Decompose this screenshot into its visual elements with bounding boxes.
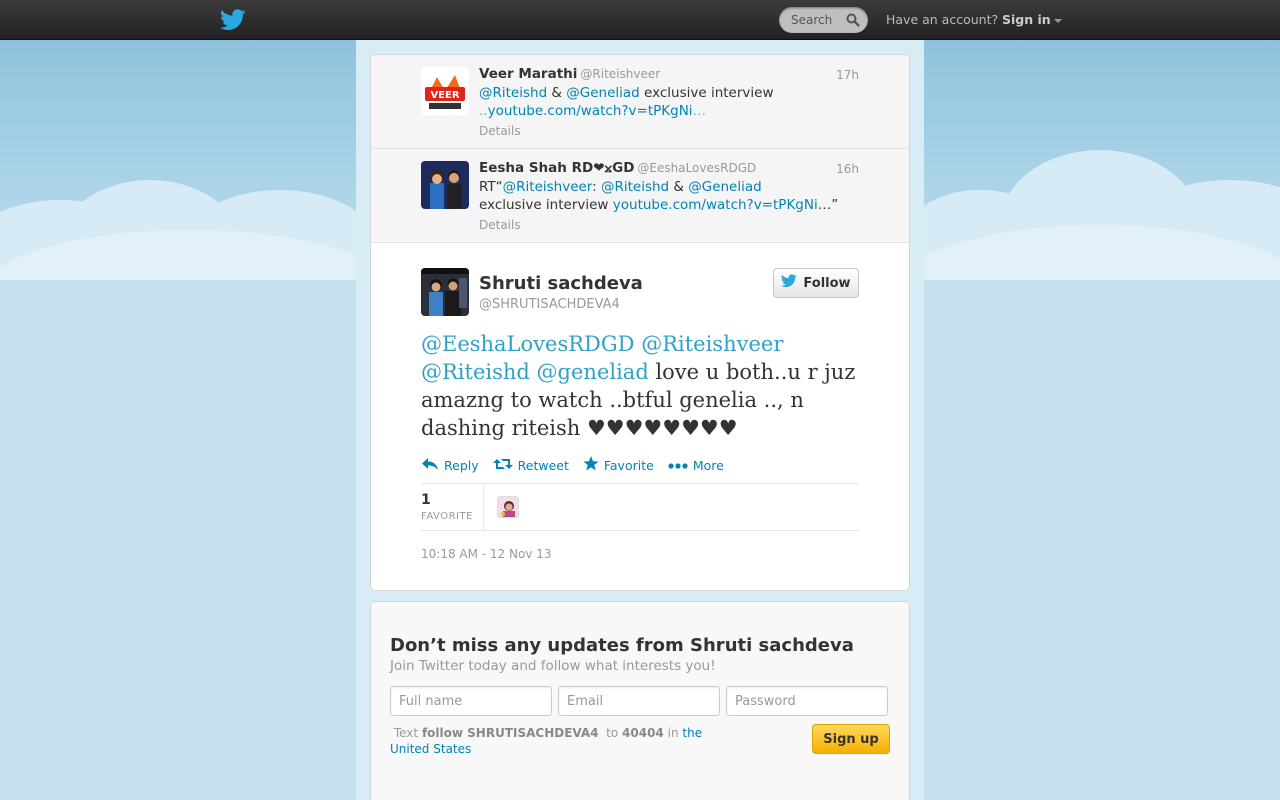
tweet-stats: 1 FAVORITE — [421, 483, 859, 531]
divider — [483, 484, 484, 530]
top-bar: Have an account? Sign in — [0, 0, 1280, 40]
have-account-text: Have an account? — [886, 12, 999, 27]
avatar-logo-text: VEER — [430, 90, 459, 101]
context-tweet[interactable]: VEER Veer Marathi @Riteishveer 17h @Ritei… — [371, 55, 909, 149]
sms-command: follow SHRUTISACHDEVA4 — [421, 726, 599, 740]
signup-card: Don’t miss any updates from Shruti sachd… — [370, 601, 910, 800]
signup-button[interactable]: Sign up — [812, 724, 890, 754]
mention-link[interactable]: @Geneliad — [688, 179, 761, 195]
text-fragment: & — [669, 179, 689, 195]
twitter-bird-icon[interactable] — [220, 9, 246, 31]
tweet-card: VEER Veer Marathi @Riteishveer 17h @Ritei… — [370, 54, 910, 591]
avatar[interactable]: VEER — [421, 67, 469, 115]
reply-button[interactable]: Reply — [421, 455, 479, 475]
text-fragment: & — [547, 85, 567, 101]
twitter-bird-icon — [781, 274, 798, 292]
sign-in-dropdown[interactable]: Sign in — [1002, 12, 1062, 27]
signup-title: Don’t miss any updates from Shruti sachd… — [390, 635, 854, 656]
author-name-text: Veer Marathi — [479, 66, 578, 82]
tweet-text: RT“@Riteishveer: @Riteishd & @Geneliad ex… — [479, 178, 869, 214]
link-ellipsis: .. — [479, 103, 488, 119]
text-fragment: : — [592, 179, 601, 195]
star-icon — [583, 456, 599, 474]
full-name-field-box — [390, 686, 552, 716]
signup-subtitle: Join Twitter today and follow what inter… — [390, 658, 716, 674]
more-dots-icon — [668, 458, 688, 473]
avatar[interactable] — [421, 161, 469, 209]
url-link[interactable]: ..youtube.com/watch?v=tPKgNi… — [479, 103, 706, 119]
mention-link[interactable]: @Geneliad — [566, 85, 639, 101]
avatar[interactable] — [497, 496, 519, 518]
sms-to: to — [606, 726, 619, 740]
link-ellipsis: … — [692, 103, 707, 119]
tweet-text: @Riteishd & @Geneliad exclusive intervie… — [479, 84, 859, 120]
link-text: youtube.com/watch?v=tPKgNi — [612, 197, 818, 213]
reply-label: Reply — [444, 457, 479, 473]
tweet-author-name[interactable]: Veer Marathi @Riteishveer — [479, 66, 660, 82]
favorite-label: Favorite — [603, 457, 654, 473]
password-field[interactable] — [727, 687, 887, 715]
search-icon[interactable] — [846, 13, 860, 27]
sms-number: 40404 — [622, 726, 664, 740]
follow-label: Follow — [803, 275, 851, 291]
full-name-field[interactable] — [391, 687, 551, 715]
tweet-timestamp[interactable]: 10:18 AM - 12 Nov 13 — [421, 547, 552, 561]
more-label: More — [692, 457, 724, 473]
more-button[interactable]: More — [668, 455, 724, 475]
favorites-count[interactable]: 1 — [421, 492, 431, 508]
tweet-author-handle: @Riteishveer — [580, 67, 661, 81]
text-fragment: RT“ — [479, 179, 503, 195]
mention-link[interactable]: @Riteishd — [601, 179, 669, 195]
text-fragment: …” — [817, 197, 839, 213]
tweet-author-handle[interactable]: @SHRUTISACHDEVA4 — [479, 297, 620, 312]
mention-link[interactable]: @Riteishd — [479, 85, 547, 101]
email-field[interactable] — [559, 687, 719, 715]
link-text: youtube.com/watch?v=tPKgNi — [487, 103, 693, 119]
retweet-label: Retweet — [517, 457, 569, 473]
favorites-label: FAVORITE — [421, 511, 473, 522]
chevron-down-icon — [1053, 18, 1062, 23]
follow-button[interactable]: Follow — [773, 268, 859, 298]
sms-text: Text — [393, 726, 419, 740]
mention-link[interactable]: @Riteishveer — [641, 332, 783, 356]
context-tweet[interactable]: Eesha Shah RD❤⨲GD @EeshaLovesRDGD 16h RT“… — [371, 149, 909, 243]
tweet-body: @EeshaLovesRDGD @Riteishveer @Riteishd @… — [421, 330, 861, 442]
mention-link[interactable]: @Riteishd — [421, 360, 530, 384]
mention-link[interactable]: @EeshaLovesRDGD — [421, 332, 635, 356]
details-link[interactable]: Details — [479, 124, 521, 138]
reply-icon — [421, 457, 439, 474]
text-fragment: exclusive interview — [639, 85, 774, 101]
tweet-author-name[interactable]: Shruti sachdeva — [479, 273, 643, 294]
tweet-time[interactable]: 17h — [836, 68, 859, 82]
tweet-time[interactable]: 16h — [836, 162, 859, 176]
favorite-button[interactable]: Favorite — [583, 455, 654, 475]
url-link[interactable]: youtube.com/watch?v=tPKgNi — [608, 197, 818, 213]
email-field-box — [558, 686, 720, 716]
tweet-actions: Reply Retweet Favorite More — [421, 455, 724, 475]
details-link[interactable]: Details — [479, 218, 521, 232]
sign-in-label: Sign in — [1002, 12, 1051, 27]
author-name-text: Eesha Shah RD❤⨲GD — [479, 160, 635, 176]
retweet-button[interactable]: Retweet — [492, 455, 569, 475]
avatar[interactable] — [421, 268, 469, 316]
retweet-icon — [492, 457, 513, 474]
tweet-author-handle: @EeshaLovesRDGD — [637, 161, 757, 175]
text-fragment: exclusive interview — [479, 197, 609, 213]
tweet-author-name[interactable]: Eesha Shah RD❤⨲GD @EeshaLovesRDGD — [479, 160, 756, 176]
sms-in: in — [667, 726, 679, 740]
search-box — [779, 7, 868, 33]
mention-link[interactable]: @geneliad — [537, 360, 649, 384]
mention-link[interactable]: @Riteishveer — [503, 179, 592, 195]
sms-follow-hint: Text follow SHRUTISACHDEVA4 to 40404 in … — [390, 725, 720, 757]
password-field-box — [726, 686, 888, 716]
